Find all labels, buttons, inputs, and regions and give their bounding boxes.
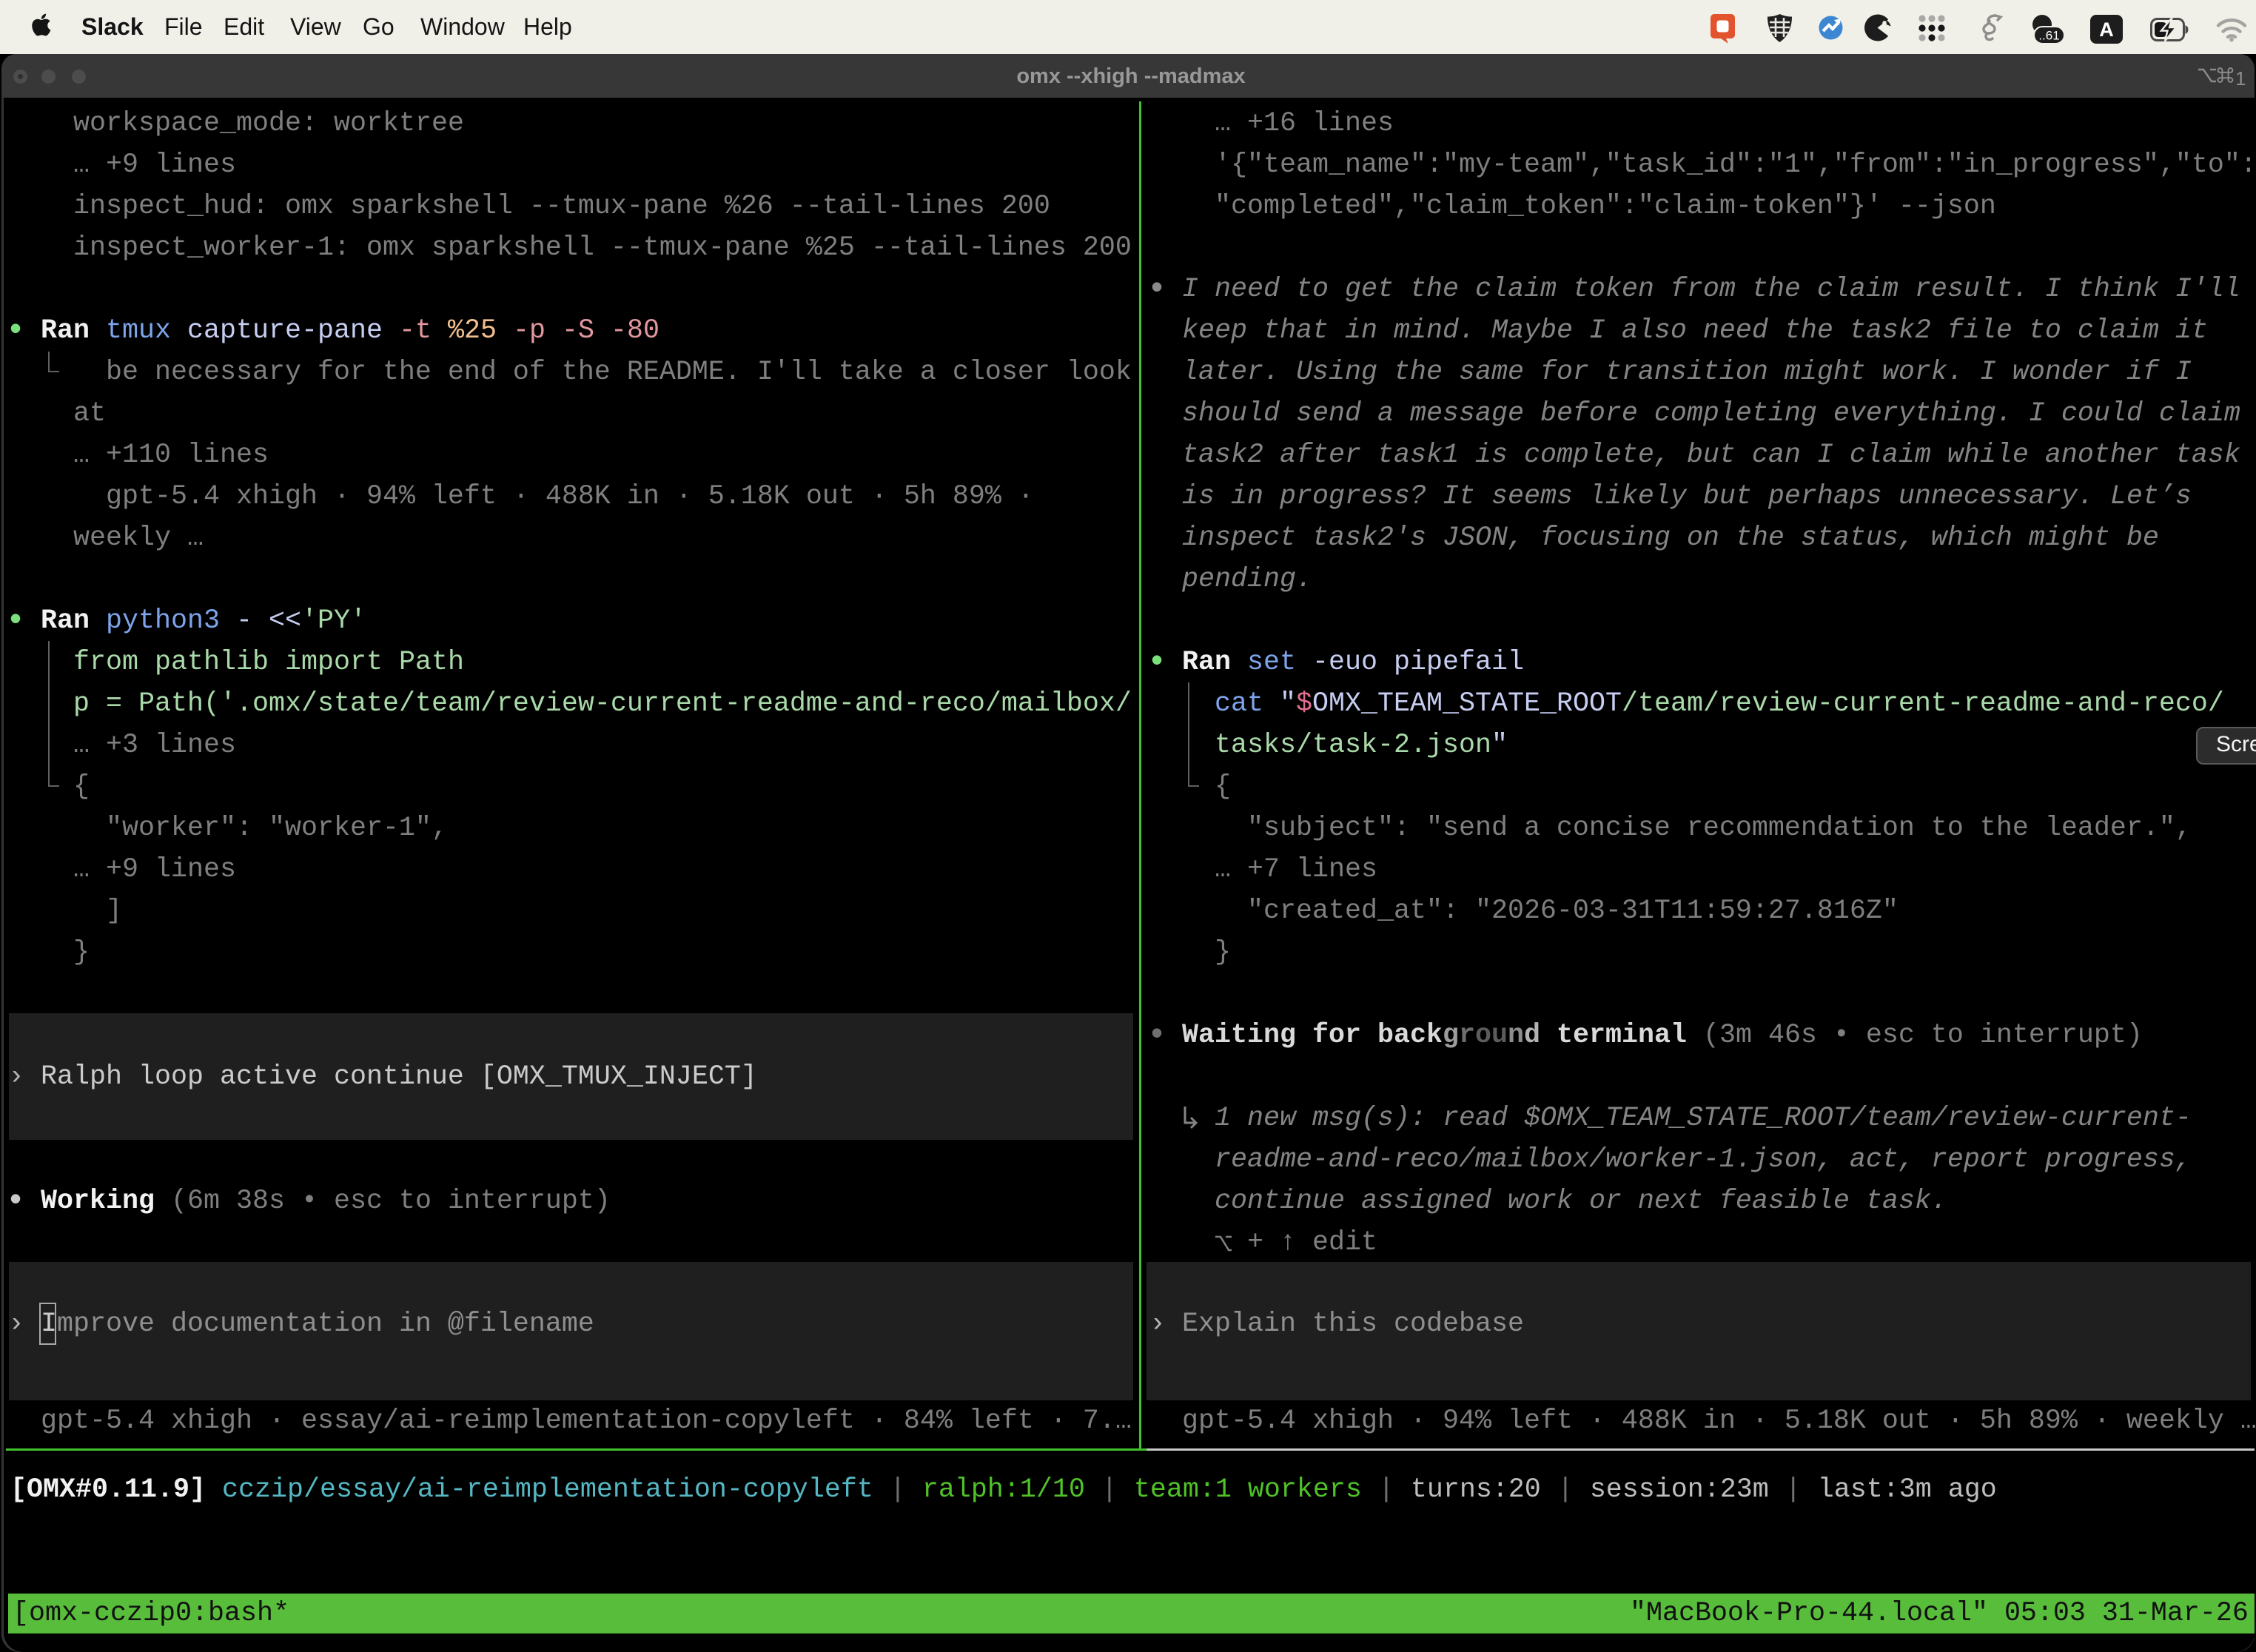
svg-text:A: A: [2099, 19, 2114, 41]
svg-text:..61: ..61: [2038, 29, 2059, 43]
